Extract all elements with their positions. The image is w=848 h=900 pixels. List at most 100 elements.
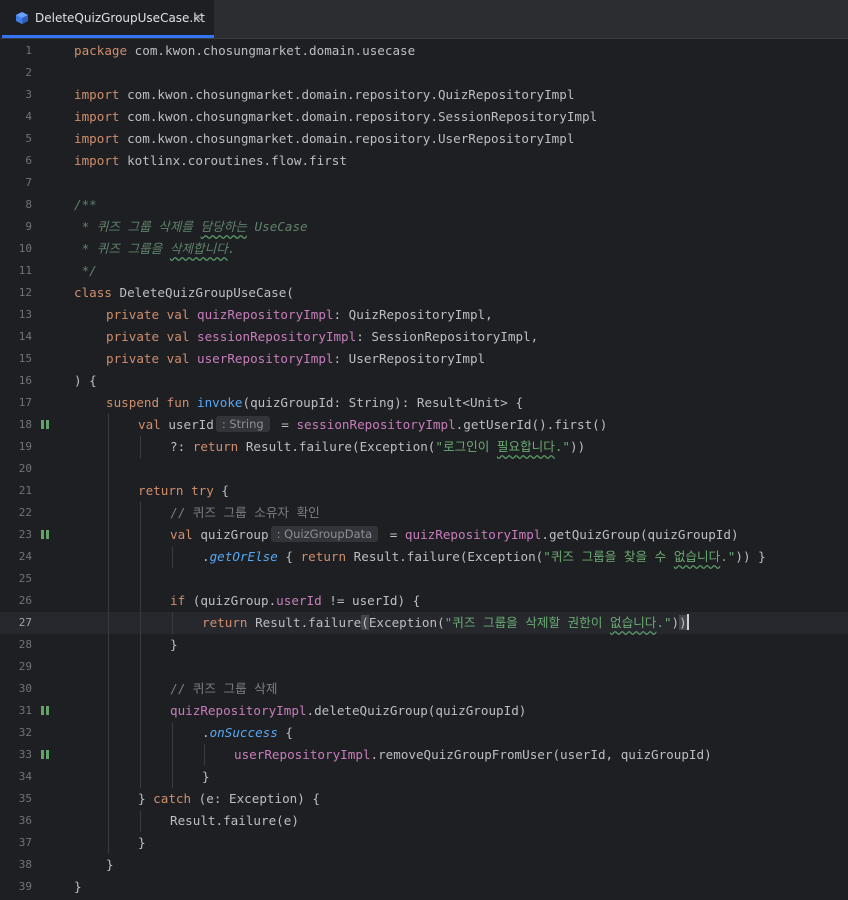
code-line[interactable]: package com.kwon.chosungmarket.domain.us… (74, 40, 415, 62)
line-number[interactable]: 1 (0, 44, 32, 57)
code-token: .deleteQuizGroup(quizGroupId) (306, 703, 527, 718)
code-line[interactable]: } (202, 766, 210, 788)
line-number[interactable]: 2 (0, 66, 32, 79)
code-line[interactable]: private val userRepositoryImpl: UserRepo… (106, 348, 485, 370)
code-line[interactable]: quizRepositoryImpl.deleteQuizGroup(quizG… (170, 700, 526, 722)
code-token: import (74, 131, 120, 146)
code-line[interactable]: // 퀴즈 그룹 삭제 (170, 678, 277, 700)
line-number[interactable]: 3 (0, 88, 32, 101)
code-line[interactable]: */ (74, 260, 97, 282)
line-number[interactable]: 20 (0, 462, 32, 475)
code-line[interactable]: } (74, 876, 82, 898)
code-token: UseCase (246, 219, 308, 234)
code-line[interactable]: // 퀴즈 그룹 소유자 확인 (170, 502, 320, 524)
line-number[interactable]: 26 (0, 594, 32, 607)
line-number[interactable]: 24 (0, 550, 32, 563)
line-number[interactable]: 32 (0, 726, 32, 739)
code-line[interactable]: userRepositoryImpl.removeQuizGroupFromUs… (234, 744, 712, 766)
code-line[interactable]: val quizGroup: QuizGroupData = quizRepos… (170, 524, 739, 546)
line-number[interactable]: 35 (0, 792, 32, 805)
code-line[interactable]: * 퀴즈 그룹을 삭제합니다. (74, 238, 236, 260)
line-number[interactable]: 9 (0, 220, 32, 233)
line-number[interactable]: 6 (0, 154, 32, 167)
code-line[interactable]: import kotlinx.coroutines.flow.first (74, 150, 347, 172)
line-number[interactable]: 16 (0, 374, 32, 387)
suspend-call-icon[interactable] (41, 420, 50, 429)
code-line[interactable]: ?: return Result.failure(Exception("로그인이… (170, 436, 585, 458)
code-token: */ (74, 263, 97, 278)
code-token: (quizGroup. (185, 593, 277, 608)
line-number[interactable]: 25 (0, 572, 32, 585)
line-number[interactable]: 23 (0, 528, 32, 541)
line-number[interactable]: 19 (0, 440, 32, 453)
code-line[interactable]: /** (74, 194, 97, 216)
suspend-call-icon[interactable] (41, 530, 50, 539)
code-line[interactable]: private val quizRepositoryImpl: QuizRepo… (106, 304, 493, 326)
code-line[interactable]: import com.kwon.chosungmarket.domain.rep… (74, 84, 574, 106)
tab-delete-quiz-group-use-case[interactable]: DeleteQuizGroupUseCase.kt × (0, 0, 214, 38)
line-number[interactable]: 11 (0, 264, 32, 277)
tab-title: DeleteQuizGroupUseCase.kt (35, 11, 205, 25)
code-line[interactable]: ) { (74, 370, 97, 392)
line-number[interactable]: 39 (0, 880, 32, 893)
code-line[interactable]: } (138, 832, 146, 854)
code-editor[interactable]: 1 package com.kwon.chosungmarket.domain.u… (0, 39, 848, 900)
line-number[interactable]: 29 (0, 660, 32, 673)
code-token: } (138, 835, 146, 850)
code-line[interactable]: } catch (e: Exception) { (138, 788, 320, 810)
code-token: private val (106, 329, 190, 344)
code-line[interactable]: return Result.failure(Exception("퀴즈 그룹을 … (202, 612, 689, 634)
code-token: quizRepositoryImpl (197, 307, 334, 322)
suspend-call-icon[interactable] (41, 706, 50, 715)
line-number[interactable]: 30 (0, 682, 32, 695)
line-number[interactable]: 13 (0, 308, 32, 321)
line-number[interactable]: 4 (0, 110, 32, 123)
line-number[interactable]: 34 (0, 770, 32, 783)
line-number[interactable]: 15 (0, 352, 32, 365)
line-number[interactable]: 8 (0, 198, 32, 211)
line-number[interactable]: 38 (0, 858, 32, 871)
code-line[interactable]: import com.kwon.chosungmarket.domain.rep… (74, 128, 574, 150)
code-line[interactable]: return try { (138, 480, 229, 502)
code-line[interactable]: * 퀴즈 그룹 삭제를 담당하는 UseCase (74, 216, 308, 238)
line-number[interactable]: 31 (0, 704, 32, 717)
code-line[interactable]: .onSuccess { (202, 722, 293, 744)
line-number[interactable]: 12 (0, 286, 32, 299)
line-number[interactable]: 27 (0, 616, 32, 629)
code-line[interactable]: Result.failure(e) (170, 810, 299, 832)
line-number[interactable]: 21 (0, 484, 32, 497)
code-line[interactable]: private val sessionRepositoryImpl: Sessi… (106, 326, 538, 348)
suspend-call-icon[interactable] (41, 750, 50, 759)
line-number[interactable]: 5 (0, 132, 32, 145)
code-line[interactable]: class DeleteQuizGroupUseCase( (74, 282, 294, 304)
line-number[interactable]: 28 (0, 638, 32, 651)
code-token: com.kwon.chosungmarket.domain.repository… (119, 109, 598, 124)
code-token: } (74, 879, 82, 894)
code-token: 없습니다 (673, 549, 721, 564)
code-line[interactable]: } (106, 854, 114, 876)
line-number[interactable]: 7 (0, 176, 32, 189)
code-line[interactable]: } (170, 634, 178, 656)
line-number[interactable]: 22 (0, 506, 32, 519)
line-number[interactable]: 37 (0, 836, 32, 849)
line-number[interactable]: 10 (0, 242, 32, 255)
code-token: if (170, 593, 186, 608)
code-token: /** (74, 197, 97, 212)
code-line[interactable]: import com.kwon.chosungmarket.domain.rep… (74, 106, 597, 128)
code-line[interactable]: val userId: String = sessionRepositoryIm… (138, 414, 607, 436)
code-line[interactable]: .getOrElse { return Result.failure(Excep… (202, 546, 766, 568)
line-number[interactable]: 33 (0, 748, 32, 761)
line-number[interactable]: 14 (0, 330, 32, 343)
code-line[interactable]: suspend fun invoke(quizGroupId: String):… (106, 392, 523, 414)
line-number[interactable]: 18 (0, 418, 32, 431)
code-token: class (74, 285, 112, 300)
line-number[interactable]: 17 (0, 396, 32, 409)
code-token: kotlinx.coroutines.flow.first (119, 153, 347, 168)
code-token: * 퀴즈 그룹 삭제를 (74, 219, 201, 234)
indent-guide (140, 436, 141, 458)
indent-guide (172, 546, 173, 568)
close-tab-icon[interactable]: × (193, 10, 203, 24)
code-line[interactable]: if (quizGroup.userId != userId) { (170, 590, 420, 612)
line-number[interactable]: 36 (0, 814, 32, 827)
